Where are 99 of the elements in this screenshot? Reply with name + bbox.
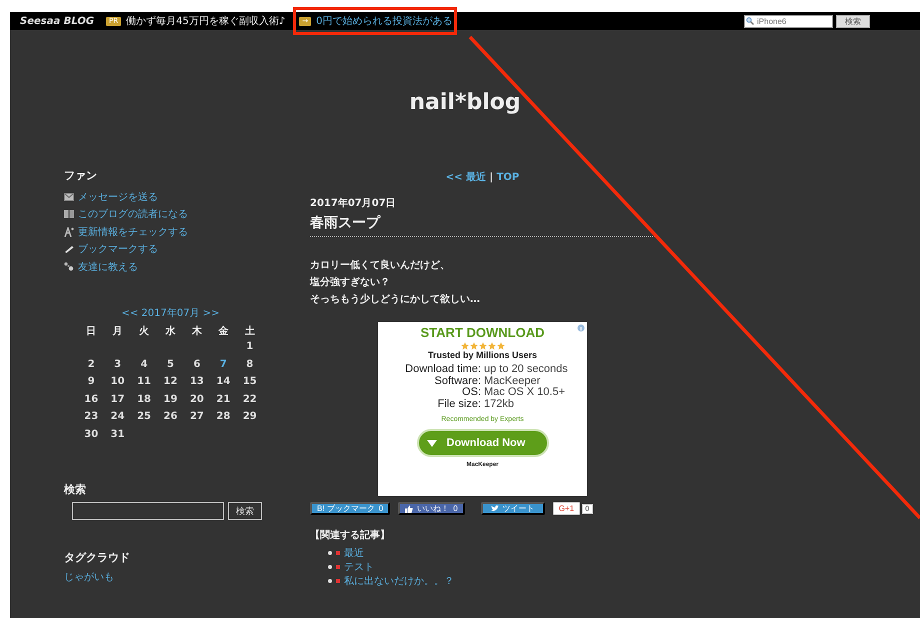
- calendar-day: 21: [210, 394, 237, 411]
- related-article-link[interactable]: 私に出ないだけか。。？: [344, 574, 454, 588]
- calendar-day: 10: [104, 376, 131, 394]
- weekday-label: 月: [112, 324, 124, 338]
- related-article-link[interactable]: 最近: [344, 546, 364, 560]
- sidebar-link[interactable]: メッセージを送る: [78, 190, 158, 204]
- weekday-label: 火: [138, 324, 150, 338]
- download-button[interactable]: Download Now: [416, 429, 548, 457]
- calendar-day: 5: [157, 358, 184, 376]
- section-heading: 【関連する記事】: [310, 528, 391, 542]
- calendar-day: 23: [78, 411, 104, 428]
- share-button[interactable]: B! ブックマーク 0: [310, 502, 390, 515]
- section-heading: 検索: [64, 482, 87, 497]
- post-text: カロリー低くて良いんだけど、: [310, 258, 451, 273]
- calendar-day: 18: [130, 394, 158, 411]
- calendar-day: 25: [130, 411, 158, 428]
- ad-link[interactable]: 0円で始められる投資法がある: [316, 14, 452, 28]
- post-text: そっちもう少しどうにかして欲しい…: [310, 292, 481, 307]
- spec-value: MacKeeper: [484, 376, 542, 387]
- calendar-day: 16: [78, 394, 104, 411]
- share-button[interactable]: いいね！ 0: [398, 502, 465, 515]
- calendar-day: 22: [236, 394, 263, 411]
- thumbs-up-icon: [405, 504, 414, 512]
- dots-icon: [64, 262, 74, 272]
- tag-link[interactable]: じゃがいも: [64, 572, 114, 583]
- caret-icon: [426, 440, 436, 446]
- post-title: 春雨スープ: [310, 214, 655, 237]
- sidebar-link[interactable]: ブックマークする: [78, 242, 158, 256]
- calendar-day: 9: [78, 376, 104, 394]
- calendar-day: 1: [236, 341, 263, 358]
- search-field[interactable]: [72, 502, 224, 520]
- ad-headline: START DOWNLOAD: [420, 324, 546, 340]
- search-button[interactable]: 検索: [836, 14, 870, 28]
- sidebar-link[interactable]: このブログの読者になる: [78, 207, 188, 222]
- weekday-label: 水: [164, 324, 176, 338]
- calendar-day: 26: [157, 411, 184, 428]
- blog-title[interactable]: nail*blog: [10, 90, 920, 120]
- bullet-icon: [328, 579, 332, 583]
- spec-value: 172kb: [484, 398, 515, 410]
- calendar-day: 15: [236, 376, 263, 394]
- asterisk-icon: [336, 579, 340, 583]
- calendar-day: 17: [104, 394, 131, 411]
- related-article-link[interactable]: テスト: [344, 560, 374, 574]
- spec-value: Mac OS X 10.5+: [484, 387, 566, 398]
- calendar-day-link[interactable]: 7: [210, 358, 237, 376]
- nav-separator: |: [489, 172, 494, 183]
- calendar-day: 6: [184, 358, 210, 376]
- post-date: 2017年07月07日: [310, 196, 397, 210]
- book-icon: [64, 210, 74, 218]
- calendar-day: 4: [130, 358, 158, 376]
- share-button[interactable]: G+1: [552, 502, 580, 515]
- spec-label: OS:: [461, 387, 481, 398]
- logo[interactable]: Seesaa BLOG: [20, 16, 94, 26]
- calendar-day: 3: [104, 358, 131, 376]
- post-text: 塩分強すぎない？: [310, 276, 391, 290]
- search-field[interactable]: iPhone6: [744, 14, 833, 28]
- bullet-icon: [328, 551, 332, 555]
- calendar-day: 31: [104, 428, 131, 446]
- pencil-icon: [64, 245, 74, 254]
- calendar-day: 8: [236, 358, 263, 376]
- asterisk-icon: [336, 565, 340, 569]
- calendar-month[interactable]: 2017年07月: [141, 308, 200, 318]
- calendar-day: 28: [210, 411, 237, 428]
- search-button[interactable]: 検索: [228, 502, 262, 520]
- calendar-day: 20: [184, 394, 210, 411]
- ad-link[interactable]: 働かず毎月45万円を稼ぐ副収入術♪: [126, 14, 286, 28]
- top-link[interactable]: TOP: [496, 172, 520, 183]
- calendar-day: 11: [130, 376, 158, 394]
- weekday-label: 土: [244, 324, 256, 338]
- section-heading: タグクラウド: [64, 550, 131, 565]
- sidebar-link[interactable]: 友達に教える: [78, 260, 138, 274]
- weekday-label: 日: [85, 324, 98, 338]
- envelope-icon: [64, 192, 74, 201]
- calendar-day: 29: [236, 411, 263, 428]
- asterisk-icon: [336, 551, 340, 555]
- calendar-day: 14: [210, 376, 237, 394]
- spec-label: Download time:: [404, 364, 481, 376]
- prev-month-link[interactable]: <<: [121, 308, 138, 318]
- spec-label: File size:: [436, 398, 481, 410]
- sidebar-link[interactable]: 更新情報をチェックする: [78, 224, 188, 239]
- weekday-label: 金: [217, 324, 230, 338]
- spec-value: up to 20 seconds: [484, 364, 569, 376]
- next-month-link[interactable]: >>: [202, 308, 220, 318]
- ad-tagline: Trusted by Millions Users: [426, 350, 538, 360]
- bullet-icon: [328, 565, 332, 569]
- calendar-day: 2: [78, 358, 104, 376]
- bird-icon: [490, 505, 499, 512]
- calendar-day: 13: [184, 376, 210, 394]
- share-button[interactable]: ツイート: [480, 502, 545, 515]
- letter-a-icon: [64, 226, 74, 237]
- calendar-day: 30: [78, 428, 104, 446]
- recent-link[interactable]: << 最近: [446, 172, 486, 183]
- section-heading: ファン: [64, 168, 98, 183]
- calendar-day: 12: [157, 376, 184, 394]
- calendar-day: 19: [157, 394, 184, 411]
- weekday-label: 木: [190, 324, 203, 338]
- calendar-day: 24: [104, 411, 131, 428]
- spec-label: Software:: [434, 376, 481, 387]
- calendar-day: 27: [184, 411, 210, 428]
